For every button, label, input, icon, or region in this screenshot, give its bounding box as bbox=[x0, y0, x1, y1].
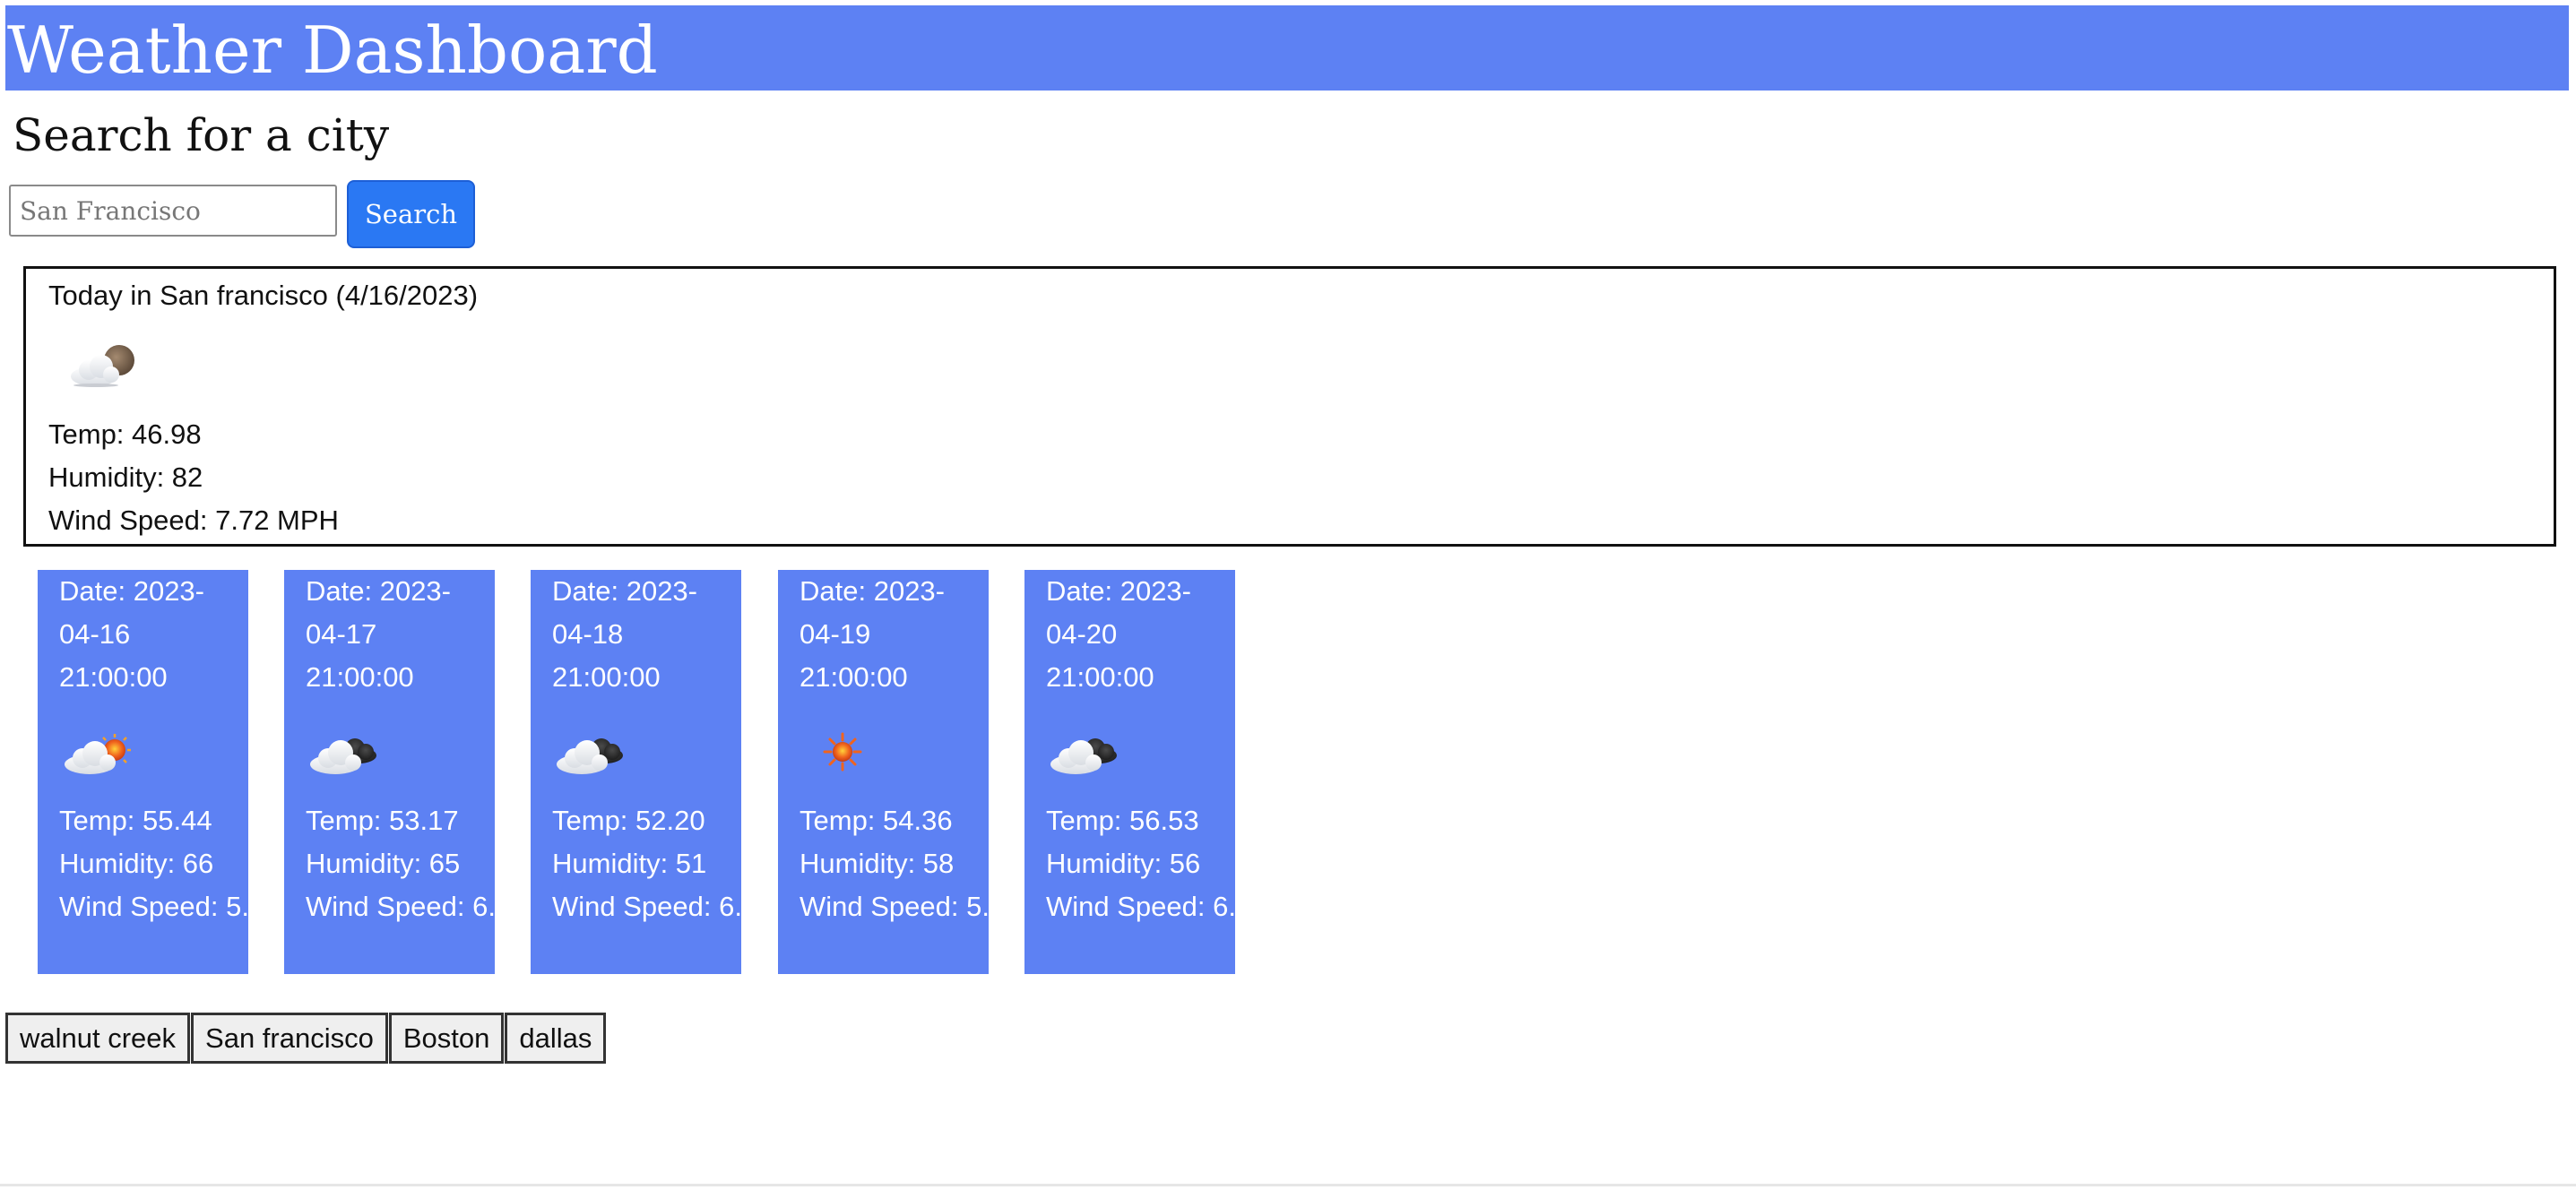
search-button[interactable]: Search bbox=[347, 180, 475, 248]
current-weather-card: Today in San francisco (4/16/2023) Temp:… bbox=[23, 266, 2556, 547]
cloud-sun-icon bbox=[57, 716, 147, 788]
forecast-date: Date: 2023-04-20 21:00:00 bbox=[1046, 575, 1191, 693]
history-button-san-francisco[interactable]: San francisco bbox=[191, 1013, 388, 1064]
forecast-date: Date: 2023-04-18 21:00:00 bbox=[552, 575, 697, 693]
sun-icon bbox=[807, 716, 896, 788]
forecast-humidity: Humidity: 56 bbox=[1046, 848, 1201, 879]
search-history: walnut creek San francisco Boston dallas bbox=[5, 1013, 607, 1064]
header-banner: Weather Dashboard bbox=[5, 5, 2569, 91]
search-heading: Search for a city bbox=[13, 109, 390, 161]
current-temp: Temp: 46.98 bbox=[48, 418, 202, 450]
forecast-temp: Temp: 53.17 bbox=[306, 805, 459, 836]
forecast-date: Date: 2023-04-17 21:00:00 bbox=[306, 575, 451, 693]
forecast-temp: Temp: 55.44 bbox=[59, 805, 212, 836]
forecast-temp: Temp: 52.20 bbox=[552, 805, 705, 836]
page-divider bbox=[0, 1184, 2576, 1186]
cloud-dark-icon bbox=[303, 716, 393, 788]
cloud-dark-icon bbox=[1043, 716, 1133, 788]
cloud-night-icon bbox=[62, 330, 151, 401]
cloud-dark-icon bbox=[549, 716, 639, 788]
history-button-walnut-creek[interactable]: walnut creek bbox=[5, 1013, 191, 1064]
forecast-humidity: Humidity: 65 bbox=[306, 848, 461, 879]
city-search-input[interactable] bbox=[9, 185, 337, 237]
current-humidity: Humidity: 82 bbox=[48, 461, 203, 493]
forecast-temp: Temp: 56.53 bbox=[1046, 805, 1199, 836]
forecast-humidity: Humidity: 58 bbox=[800, 848, 955, 879]
forecast-card: Date: 2023-04-20 21:00:00 Temp: 56.53 Hu… bbox=[1024, 570, 1336, 974]
current-wind-speed: Wind Speed: 7.72 MPH bbox=[48, 504, 339, 536]
forecast-humidity: Humidity: 66 bbox=[59, 848, 214, 879]
forecast-card: Date: 2023-04-17 21:00:00 Temp: 53.17 Hu… bbox=[284, 570, 596, 974]
forecast-card: Date: 2023-04-19 21:00:00 Temp: 54.36 Hu… bbox=[778, 570, 1075, 974]
forecast-wind-speed: Wind Speed: 6.02 MPH bbox=[552, 891, 843, 922]
forecast-card: Date: 2023-04-16 21:00:00 Temp: 55.44 Hu… bbox=[38, 570, 350, 974]
forecast-wind-speed: Wind Speed: 6.69 MPH bbox=[306, 891, 596, 922]
forecast-card: Date: 2023-04-18 21:00:00 Temp: 52.20 Hu… bbox=[531, 570, 843, 974]
forecast-wind-speed: Wind Speed: 6.31 MPH bbox=[1046, 891, 1336, 922]
forecast-humidity: Humidity: 51 bbox=[552, 848, 707, 879]
forecast-temp: Temp: 54.36 bbox=[800, 805, 953, 836]
forecast-date: Date: 2023-04-19 21:00:00 bbox=[800, 575, 945, 693]
history-button-dallas[interactable]: dallas bbox=[505, 1013, 607, 1064]
forecast-wind-speed: Wind Speed: 5.95 MPH bbox=[59, 891, 350, 922]
history-button-boston[interactable]: Boston bbox=[388, 1013, 505, 1064]
page-title: Weather Dashboard bbox=[7, 13, 658, 88]
current-weather-title: Today in San francisco (4/16/2023) bbox=[48, 280, 479, 311]
forecast-wind-speed: Wind Speed: 5.9 MPH bbox=[800, 891, 1075, 922]
forecast-date: Date: 2023-04-16 21:00:00 bbox=[59, 575, 204, 693]
